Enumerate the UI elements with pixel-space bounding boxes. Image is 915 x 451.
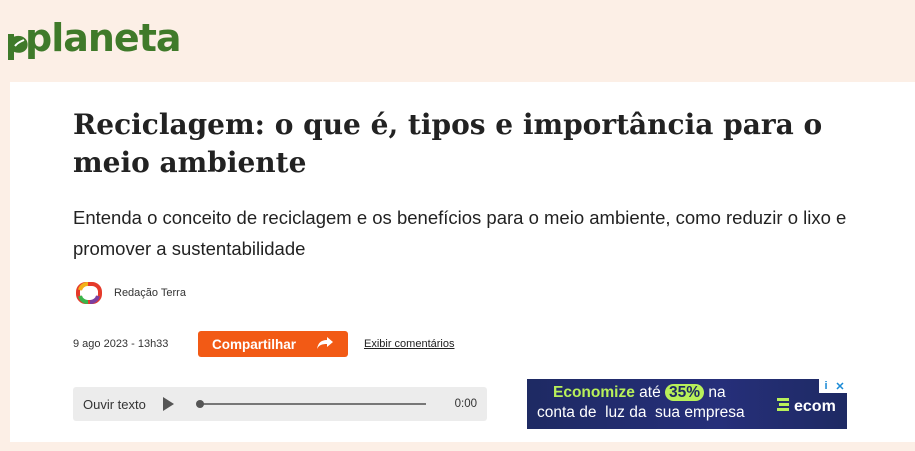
listen-label: Ouvir texto [83, 396, 146, 412]
share-button[interactable]: Compartilhar [198, 331, 348, 357]
share-arrow-icon [316, 336, 334, 353]
site-logo[interactable]: planeta [8, 14, 182, 62]
author-name[interactable]: Redação Terra [114, 287, 186, 299]
article-card: Reciclagem: o que é, tipos e importância… [10, 82, 915, 442]
site-header: planeta [0, 0, 915, 82]
ad-banner[interactable]: Economize até 35% na conta de luz da sua… [527, 379, 847, 429]
ad-subline: conta de luz da sua empresa [537, 404, 745, 421]
ad-word-na: na [708, 384, 726, 401]
ecom-logo-icon [777, 397, 791, 416]
ad-word-ate: até [639, 384, 661, 401]
ad-percent-badge: 35% [665, 384, 705, 401]
play-icon[interactable] [160, 396, 176, 412]
ad-word-economize: Economize [553, 384, 635, 401]
article-meta: 9 ago 2023 - 13h33 Compartilhar Exibir c… [73, 331, 454, 357]
article-subtitle: Entenda o conceito de reciclagem e os be… [73, 207, 847, 259]
ad-brand-name: ecom [794, 397, 836, 415]
show-comments-link[interactable]: Exibir comentários [364, 338, 454, 350]
audio-progress-slider[interactable] [195, 400, 426, 408]
leaf-icon [8, 23, 30, 60]
publish-date: 9 ago 2023 - 13h33 [73, 338, 169, 350]
article-title: Reciclagem: o que é, tipos e importância… [73, 108, 823, 179]
slider-thumb[interactable] [195, 400, 204, 408]
logo-text: planeta [25, 16, 182, 60]
ad-headline: Economize até 35% na [553, 384, 726, 402]
audio-player: Ouvir texto 0:00 [73, 387, 487, 421]
author-info: Redação Terra [76, 282, 186, 304]
ad-close-icon[interactable]: ✕ [833, 379, 847, 393]
ad-controls: i ✕ [819, 379, 847, 393]
ad-brand: ecom [777, 397, 836, 416]
audio-time: 0:00 [454, 398, 477, 410]
share-label: Compartilhar [211, 336, 296, 352]
terra-logo-icon[interactable] [76, 282, 102, 304]
ad-info-icon[interactable]: i [819, 379, 833, 393]
